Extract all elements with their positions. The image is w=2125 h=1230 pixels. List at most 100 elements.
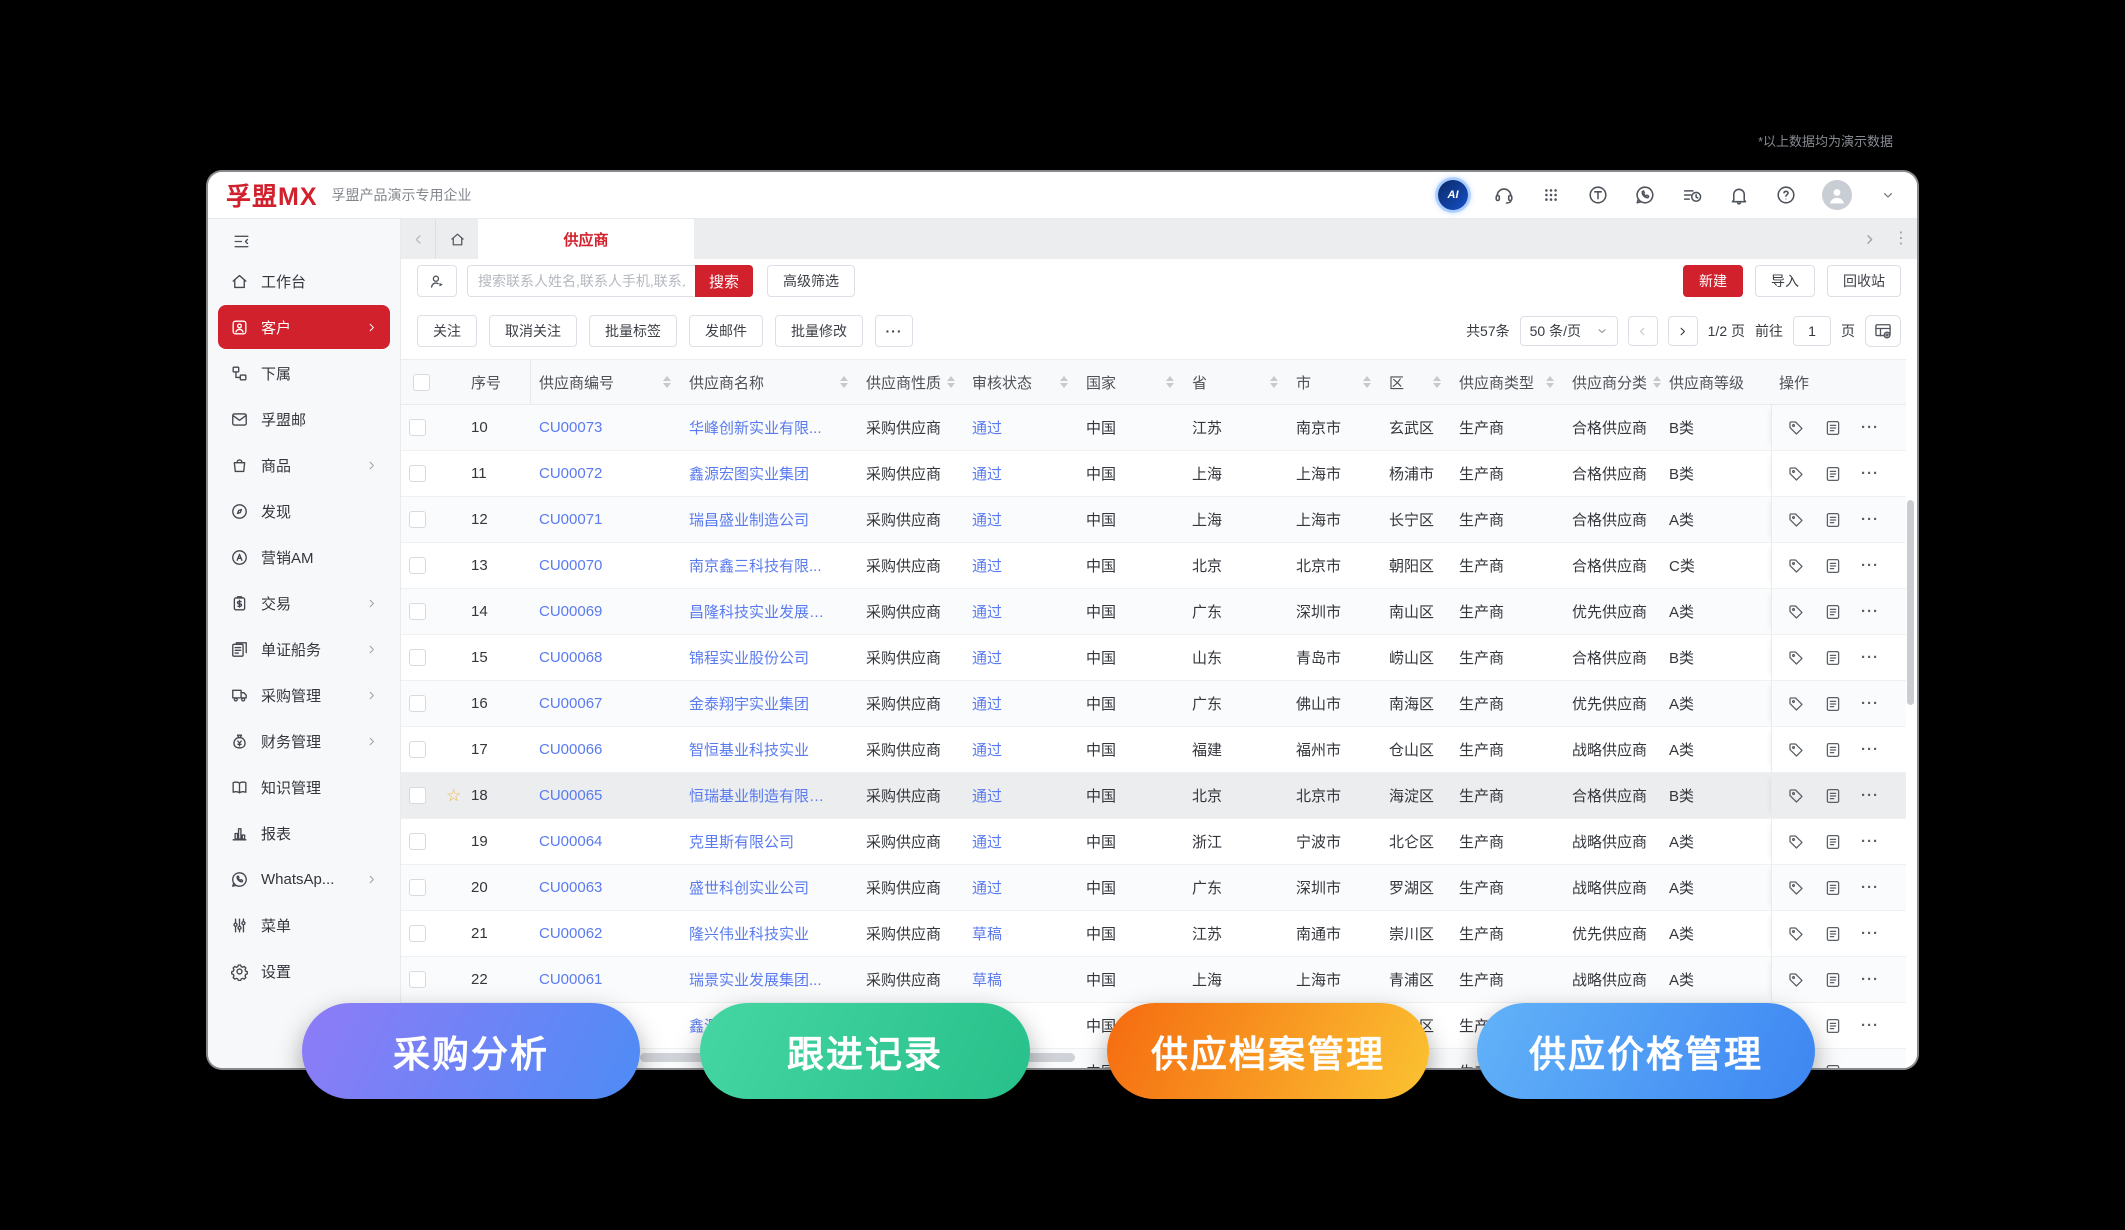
status-cell[interactable]: 通过 <box>972 555 1002 576</box>
row-more-button[interactable]: ··· <box>1861 1063 1879 1068</box>
tab-back-icon[interactable] <box>401 219 436 259</box>
status-cell[interactable]: 通过 <box>972 693 1002 714</box>
more-actions-button[interactable]: ··· <box>875 315 913 347</box>
supplier-code-link[interactable]: CU00067 <box>539 695 602 712</box>
col-header-province[interactable]: 省 <box>1184 360 1288 404</box>
supplier-name-link[interactable]: 恒瑞基业制造有限… <box>689 785 824 806</box>
status-cell[interactable]: 通过 <box>972 831 1002 852</box>
supplier-code-link[interactable]: CU00073 <box>539 419 602 436</box>
next-page-button[interactable] <box>1668 316 1698 346</box>
history-icon[interactable] <box>1681 184 1703 206</box>
row-more-button[interactable]: ··· <box>1861 925 1879 942</box>
supplier-code-link[interactable]: CU00062 <box>539 925 602 942</box>
col-header-name[interactable]: 供应商名称 <box>681 360 858 404</box>
avatar[interactable] <box>1822 180 1852 210</box>
doc-list-icon[interactable] <box>1824 557 1842 575</box>
col-header-status[interactable]: 审核状态 <box>964 360 1078 404</box>
row-more-button[interactable]: ··· <box>1861 833 1879 850</box>
sidebar-item-whatsapp[interactable]: WhatsAp... <box>218 857 390 901</box>
status-cell[interactable]: 通过 <box>972 785 1002 806</box>
doc-list-icon[interactable] <box>1824 833 1842 851</box>
sidebar-item-trade[interactable]: 交易 <box>218 581 390 625</box>
supplier-code-link[interactable]: CU00072 <box>539 465 602 482</box>
doc-list-icon[interactable] <box>1824 695 1842 713</box>
status-cell[interactable]: 草稿 <box>972 969 1002 990</box>
sidebar-item-reports[interactable]: 报表 <box>218 811 390 855</box>
doc-list-icon[interactable] <box>1824 511 1842 529</box>
star-icon[interactable]: ☆ <box>446 786 461 806</box>
col-header-code[interactable]: 供应商编号 <box>531 360 681 404</box>
row-more-button[interactable]: ··· <box>1861 419 1879 436</box>
sidebar-item-fumeng-mail[interactable]: 孚盟邮 <box>218 397 390 441</box>
table-row[interactable]: 12CU00071瑞昌盛业制造公司采购供应商通过中国上海上海市长宁区生产商合格供… <box>401 497 1906 543</box>
supplier-name-link[interactable]: 南京鑫三科技有限... <box>689 555 822 576</box>
tab-forward-icon[interactable] <box>1853 219 1885 259</box>
supplier-code-link[interactable]: CU00071 <box>539 511 602 528</box>
tag-icon[interactable] <box>1787 879 1805 897</box>
tag-icon[interactable] <box>1787 419 1805 437</box>
status-cell[interactable]: 通过 <box>972 601 1002 622</box>
row-more-button[interactable]: ··· <box>1861 879 1879 896</box>
table-row[interactable]: 22CU00061瑞景实业发展集团...采购供应商草稿中国上海上海市青浦区生产商… <box>401 957 1906 1003</box>
row-checkbox[interactable] <box>409 557 426 574</box>
create-button[interactable]: 新建 <box>1683 265 1743 297</box>
row-more-button[interactable]: ··· <box>1861 603 1879 620</box>
table-row[interactable]: 13CU00070南京鑫三科技有限...采购供应商通过中国北京北京市朝阳区生产商… <box>401 543 1906 589</box>
supplier-name-link[interactable]: 华峰创新实业有限... <box>689 417 822 438</box>
status-cell[interactable]: 通过 <box>972 647 1002 668</box>
import-button[interactable]: 导入 <box>1755 265 1815 297</box>
supplier-code-link[interactable]: CU00063 <box>539 879 602 896</box>
doc-list-icon[interactable] <box>1824 1063 1842 1069</box>
col-header-nature[interactable]: 供应商性质 <box>858 360 964 404</box>
sidebar-item-finance[interactable]: 财务管理 <box>218 719 390 763</box>
supplier-name-link[interactable]: 昌隆科技实业发展… <box>689 601 824 622</box>
status-cell[interactable]: 通过 <box>972 463 1002 484</box>
doc-list-icon[interactable] <box>1824 419 1842 437</box>
home-tab-icon[interactable] <box>436 219 478 259</box>
headset-icon[interactable] <box>1493 184 1515 206</box>
supplier-name-link[interactable]: 智恒基业科技实业 <box>689 739 809 760</box>
supplier-name-link[interactable]: 锦程实业股份公司 <box>689 647 809 668</box>
tag-icon[interactable] <box>1787 925 1805 943</box>
tab-suppliers[interactable]: 供应商 <box>478 219 694 259</box>
ai-assistant-icon[interactable]: AI <box>1438 180 1468 210</box>
col-header-type[interactable]: 供应商类型 <box>1451 360 1564 404</box>
supplier-code-link[interactable]: CU00070 <box>539 557 602 574</box>
tag-icon[interactable] <box>1787 695 1805 713</box>
sidebar-item-discover[interactable]: 发现 <box>218 489 390 533</box>
doc-list-icon[interactable] <box>1824 603 1842 621</box>
sidebar-item-customers[interactable]: 客户 <box>218 305 390 349</box>
row-checkbox[interactable] <box>409 741 426 758</box>
table-row[interactable]: 10CU00073华峰创新实业有限...采购供应商通过中国江苏南京市玄武区生产商… <box>401 405 1906 451</box>
whatsapp-icon[interactable] <box>1634 184 1656 206</box>
search-button[interactable]: 搜索 <box>695 265 753 297</box>
row-checkbox[interactable] <box>409 419 426 436</box>
sidebar-item-shipping-docs[interactable]: 单证船务 <box>218 627 390 671</box>
column-settings-icon[interactable] <box>1865 315 1901 347</box>
row-more-button[interactable]: ··· <box>1861 695 1879 712</box>
col-header-country[interactable]: 国家 <box>1078 360 1184 404</box>
status-cell[interactable]: 通过 <box>972 509 1002 530</box>
doc-list-icon[interactable] <box>1824 879 1842 897</box>
action-button-0[interactable]: 关注 <box>417 315 477 347</box>
doc-list-icon[interactable] <box>1824 649 1842 667</box>
supplier-code-link[interactable]: CU00061 <box>539 971 602 988</box>
table-row[interactable]: 11CU00072鑫源宏图实业集团采购供应商通过中国上海上海市杨浦市生产商合格供… <box>401 451 1906 497</box>
doc-list-icon[interactable] <box>1824 1017 1842 1035</box>
status-cell[interactable]: 通过 <box>972 877 1002 898</box>
tag-icon[interactable] <box>1787 787 1805 805</box>
sidebar-item-subordinates[interactable]: 下属 <box>218 351 390 395</box>
prev-page-button[interactable] <box>1628 316 1658 346</box>
doc-list-icon[interactable] <box>1824 787 1842 805</box>
col-header-category[interactable]: 供应商分类 <box>1564 360 1661 404</box>
tag-icon[interactable] <box>1787 511 1805 529</box>
row-checkbox[interactable] <box>409 695 426 712</box>
col-header-city[interactable]: 市 <box>1288 360 1381 404</box>
supplier-name-link[interactable]: 瑞景实业发展集团... <box>689 969 822 990</box>
supplier-code-link[interactable]: CU00065 <box>539 787 602 804</box>
row-more-button[interactable]: ··· <box>1861 465 1879 482</box>
sidebar-item-products[interactable]: 商品 <box>218 443 390 487</box>
table-row[interactable]: 14CU00069昌隆科技实业发展…采购供应商通过中国广东深圳市南山区生产商优先… <box>401 589 1906 635</box>
supplier-name-link[interactable]: 克里斯有限公司 <box>689 831 794 852</box>
table-row[interactable]: 19CU00064克里斯有限公司采购供应商通过中国浙江宁波市北仑区生产商战略供应… <box>401 819 1906 865</box>
